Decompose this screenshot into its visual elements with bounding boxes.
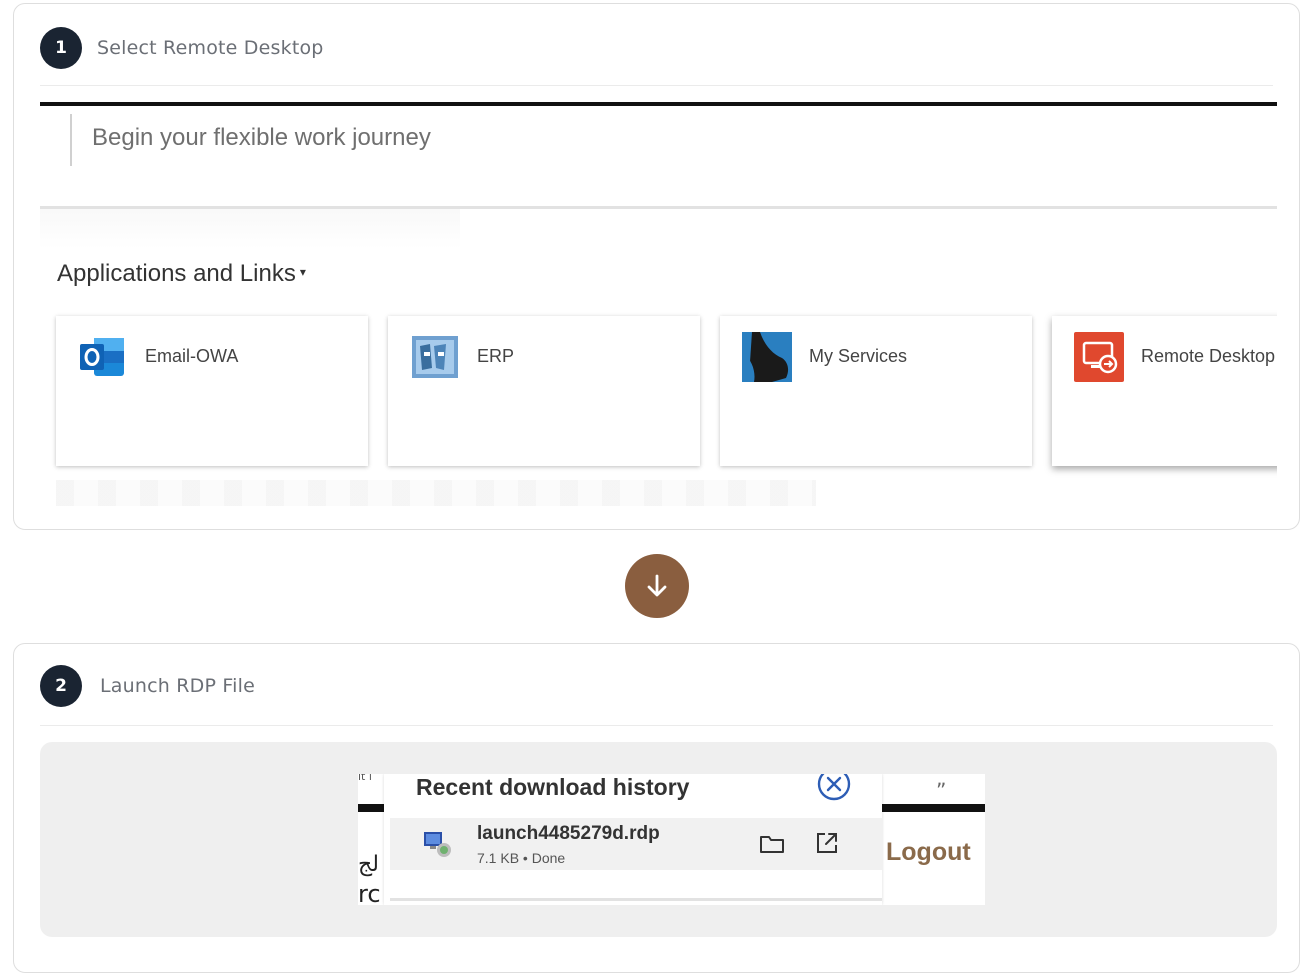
header-bar — [882, 804, 985, 812]
step-number-badge: 1 — [40, 27, 82, 69]
file-name: launch4485279d.rdp — [477, 823, 660, 844]
tile-label: Email-OWA — [145, 346, 239, 366]
arrow-down-icon — [647, 574, 667, 597]
my-services-icon — [742, 332, 792, 382]
outlook-icon — [80, 338, 124, 376]
divider — [40, 725, 1273, 726]
step-2-header: 2 Launch RDP File — [40, 665, 255, 707]
screenshot-container: ıt ı „ لج rc Logout Recent download hist… — [40, 742, 1277, 937]
blur-fade — [40, 209, 460, 249]
accent-line — [70, 114, 72, 166]
header-bar — [40, 102, 1277, 106]
download-item[interactable]: launch4485279d.rdp 7.1 KB • Done — [390, 818, 882, 870]
app-tile-my-services[interactable]: My Services — [720, 316, 1032, 466]
panel-title: Recent download history — [416, 774, 690, 800]
cropped-text: „ — [936, 774, 947, 790]
folder-icon[interactable] — [758, 832, 786, 856]
file-meta: 7.1 KB • Done — [477, 850, 566, 866]
step-number-badge: 2 — [40, 665, 82, 707]
rdp-file-icon — [424, 832, 451, 857]
cropped-text: rc — [358, 880, 381, 905]
app-tile-remote-desktop[interactable]: Remote Desktop — [1052, 316, 1277, 466]
divider — [390, 898, 882, 901]
caret-down-icon: ▾ — [299, 265, 306, 279]
download-history-panel: Recent download history launch4485279d.r… — [384, 774, 882, 905]
cropped-arabic-text: لج — [358, 852, 379, 877]
divider — [40, 85, 1273, 86]
open-external-icon[interactable] — [814, 830, 840, 856]
step-1-header: 1 Select Remote Desktop — [40, 27, 324, 69]
logout-link[interactable]: Logout — [886, 838, 971, 867]
journey-text: Begin your flexible work journey — [92, 124, 431, 151]
applications-heading-label: Applications and Links — [57, 260, 296, 287]
step-2-card: 2 Launch RDP File ıt ı „ لج rc Logout Re… — [13, 643, 1300, 973]
step-title: Launch RDP File — [100, 675, 255, 697]
tile-label: My Services — [809, 346, 908, 366]
blur-strip — [56, 480, 816, 506]
header-bar — [358, 804, 386, 812]
remote-desktop-screenshot: Begin your flexible work journey Applica… — [40, 102, 1277, 512]
tile-label: Remote Desktop — [1141, 346, 1276, 366]
close-icon[interactable] — [816, 774, 852, 806]
download-history-screenshot: ıt ı „ لج rc Logout Recent download hist… — [358, 774, 985, 905]
cropped-text: ıt ı — [358, 774, 372, 783]
erp-icon — [412, 336, 458, 378]
app-tile-email-owa[interactable]: Email-OWA — [56, 316, 368, 466]
remote-desktop-icon — [1074, 332, 1124, 382]
step-title: Select Remote Desktop — [97, 37, 324, 59]
applications-heading[interactable]: Applications and Links ▾ — [57, 260, 306, 288]
step-arrow — [625, 554, 689, 618]
tile-label: ERP — [477, 346, 515, 366]
app-tile-erp[interactable]: ERP — [388, 316, 700, 466]
step-1-card: 1 Select Remote Desktop Begin your flexi… — [13, 3, 1300, 530]
